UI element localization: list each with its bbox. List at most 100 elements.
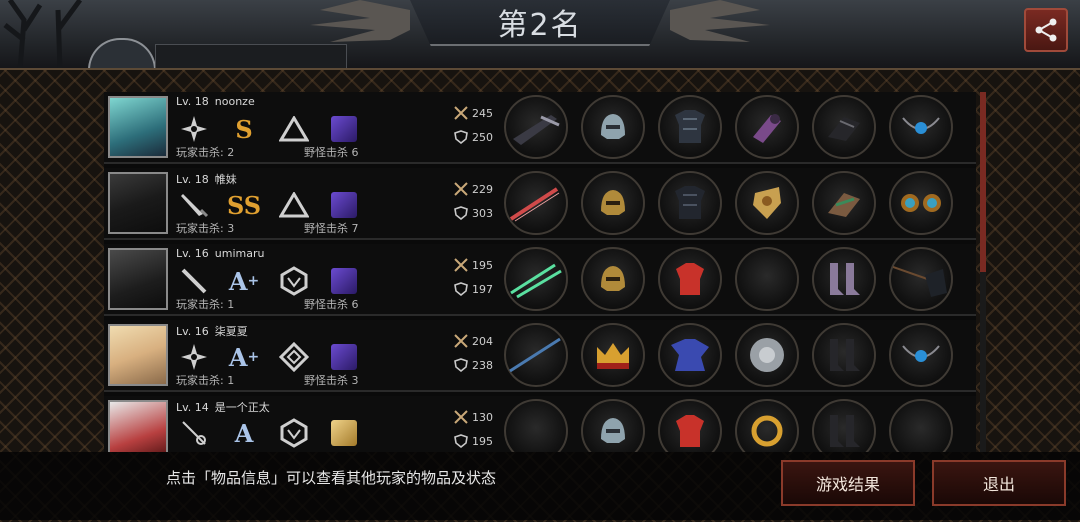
shuriken-icon [178,342,210,372]
shield-icon [454,130,468,144]
hexagon-rank-icon [278,418,310,448]
list-scrollbar[interactable] [980,92,986,452]
silver-disc-icon[interactable] [735,323,799,387]
grade-badge: A + [228,266,260,296]
purple-boots-icon[interactable] [812,247,876,311]
player-portrait [108,324,168,386]
attack-stat: 245 [454,106,493,120]
twin-gem-earrings-icon[interactable] [889,171,953,235]
share-icon [1035,18,1057,42]
dark-blade-icon[interactable] [504,95,568,159]
ornate-gauntlet-icon[interactable] [812,171,876,235]
attack-stat: 204 [454,334,493,348]
rank-title: 第2名 [497,8,583,43]
triangle-rank-icon [278,190,310,220]
monster-kills: 野怪击杀 3 [304,374,359,387]
player-kills: 玩家击杀: 1 [176,374,235,387]
diamond-rank-icon [278,342,310,372]
shield-icon [454,206,468,220]
black-armor-icon[interactable] [658,95,722,159]
player-level: Lv. 18 [176,95,209,108]
empty-slot[interactable] [889,399,953,452]
player-name: 是一个正太 [214,401,270,414]
dark-cloth-spear-icon[interactable] [889,247,953,311]
crossed-swords-icon [454,106,468,120]
player-row[interactable]: Lv. 14 是一个正太 A 130 195 [104,396,976,452]
player-name: umimaru [214,247,265,260]
gold-badge-icon[interactable] [735,171,799,235]
empty-slot[interactable] [735,247,799,311]
player-level: Lv. 16 [176,325,209,338]
right-wing-ornament [670,0,770,42]
shield-icon [454,434,468,448]
black-boots-icon[interactable] [812,399,876,452]
exit-button[interactable]: 退出 [932,460,1066,506]
red-jacket-icon[interactable] [658,399,722,452]
rapier-icon [178,418,210,448]
black-gloves-icon[interactable] [812,95,876,159]
player-level-name: Lv. 18 帷妹 [176,171,237,187]
rank-title-banner: 第2名 [410,0,670,46]
monster-kills: 野怪击杀 7 [304,222,359,235]
blue-gem-necklace-icon[interactable] [889,323,953,387]
dagger-icon [178,190,210,220]
empty-slot[interactable] [504,399,568,452]
player-portrait [108,248,168,310]
player-level-name: Lv. 14 是一个正太 [176,399,270,415]
player-name: noonze [214,95,255,108]
attack-stat: 130 [454,410,493,424]
purple-gauntlet-icon[interactable] [735,95,799,159]
steel-helmet-icon[interactable] [581,399,645,452]
gold-helmet-icon[interactable] [581,247,645,311]
crossed-swords-icon [454,410,468,424]
red-sword-icon[interactable] [504,171,568,235]
crossed-swords-icon [454,334,468,348]
blue-gem-necklace-icon[interactable] [889,95,953,159]
crossed-swords-icon [454,182,468,196]
share-button[interactable] [1024,8,1068,52]
monster-portrait-icon [331,344,357,370]
blue-lance-icon[interactable] [504,323,568,387]
player-level: Lv. 16 [176,247,209,260]
monster-portrait-icon [331,420,357,446]
royal-crown-icon[interactable] [581,323,645,387]
defense-stat: 197 [454,282,493,296]
grade-badge: A + [228,342,260,372]
player-kills: 玩家击杀: 3 [176,222,235,235]
hexagon-rank-icon [278,266,310,296]
defense-stat: 195 [454,434,493,448]
player-portrait [108,400,168,452]
player-row[interactable]: Lv. 18 帷妹 SS 玩家击杀: 3 野怪击杀 7 229 303 [104,168,976,240]
black-boots-icon[interactable] [812,323,876,387]
defense-stat: 250 [454,130,493,144]
player-level-name: Lv. 16 umimaru [176,247,264,260]
player-row[interactable]: Lv. 16 柒夏夏 A + 玩家击杀: 1 野怪击杀 3 204 238 [104,320,976,392]
player-list[interactable]: Lv. 18 noonze S 玩家击杀: 2 野怪击杀 6 245 250 Lv… [104,92,976,452]
triangle-rank-icon [278,114,310,144]
game-results-button[interactable]: 游戏结果 [781,460,915,506]
player-portrait [108,172,168,234]
shield-icon [454,358,468,372]
player-level: Lv. 18 [176,173,209,186]
steel-helmet-icon[interactable] [581,95,645,159]
player-name: 帷妹 [214,173,237,186]
green-twin-swords-icon[interactable] [504,247,568,311]
grade-badge: SS [226,190,262,220]
red-jacket-icon[interactable] [658,247,722,311]
player-row[interactable]: Lv. 16 umimaru A + 玩家击杀: 1 野怪击杀 6 195 197 [104,244,976,316]
gold-ring-icon[interactable] [735,399,799,452]
grade-badge: S [235,114,253,144]
player-row[interactable]: Lv. 18 noonze S 玩家击杀: 2 野怪击杀 6 245 250 [104,92,976,164]
dark-plate-armor-icon[interactable] [658,171,722,235]
gold-helmet-icon[interactable] [581,171,645,235]
attack-stat: 195 [454,258,493,272]
attack-stat: 229 [454,182,493,196]
defense-stat: 303 [454,206,493,220]
blue-robe-icon[interactable] [658,323,722,387]
defense-stat: 238 [454,358,493,372]
scrollbar-thumb[interactable] [980,92,986,272]
shuriken-icon [178,114,210,144]
monster-portrait-icon [331,268,357,294]
grade-badge: A [234,418,254,448]
bottom-bar [0,452,1080,520]
